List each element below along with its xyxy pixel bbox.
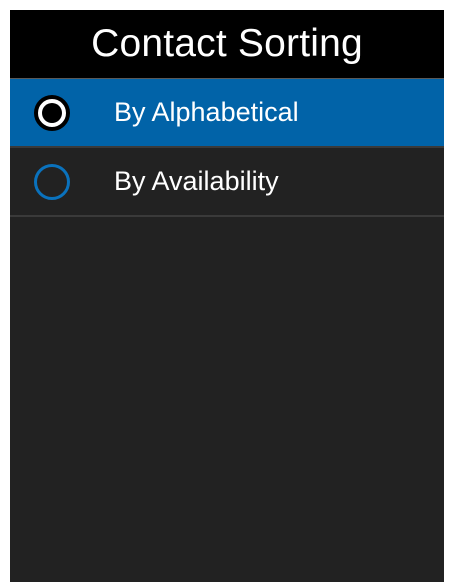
radio-unchecked-icon[interactable] — [34, 164, 70, 200]
page-title: Contact Sorting — [10, 10, 444, 78]
sort-option-availability[interactable]: By Availability — [10, 148, 444, 217]
sort-option-label: By Availability — [114, 166, 279, 196]
screen: Contact Sorting By Alphabetical By Avail… — [10, 10, 444, 582]
sort-option-label: By Alphabetical — [114, 97, 299, 127]
sort-option-alphabetical[interactable]: By Alphabetical — [10, 79, 444, 148]
sort-options-list: By Alphabetical By Availability — [10, 79, 444, 217]
radio-checked-icon[interactable] — [34, 95, 70, 131]
